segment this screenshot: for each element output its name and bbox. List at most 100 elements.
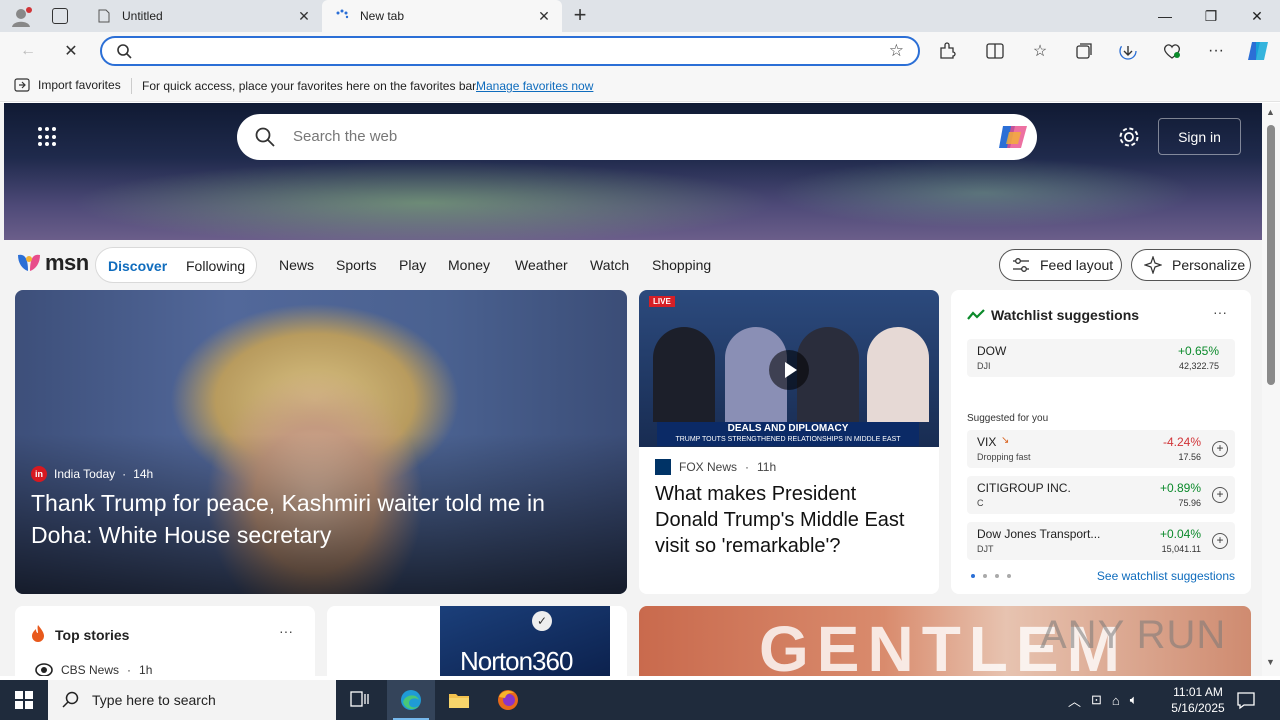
settings-more-icon[interactable]: ··· <box>1201 36 1231 66</box>
more-options-icon[interactable]: ··· <box>279 623 293 639</box>
tab-new-tab[interactable]: New tab ✕ <box>322 0 562 32</box>
web-search-box[interactable]: Search the web <box>237 114 1037 160</box>
favorites-icon[interactable]: ☆ <box>1025 36 1055 66</box>
stock-price: 17.56 <box>1178 452 1201 462</box>
stock-price: 15,041.11 <box>1161 544 1201 554</box>
sign-in-button[interactable]: Sign in <box>1158 118 1241 155</box>
story-source: in India Today · 14h <box>31 466 153 482</box>
nav-shopping[interactable]: Shopping <box>652 257 711 273</box>
settings-gear-icon[interactable] <box>1117 125 1141 149</box>
manage-favorites-link[interactable]: Manage favorites now <box>476 79 593 93</box>
nav-news[interactable]: News <box>279 257 314 273</box>
restore-button[interactable]: ❐ <box>1188 0 1234 32</box>
copilot-icon[interactable] <box>997 122 1029 152</box>
norton-ad-card[interactable]: ✓ Norton360 <box>327 606 627 676</box>
taskbar-search[interactable]: Type here to search <box>48 680 336 720</box>
address-bar[interactable]: ☆ <box>100 36 920 66</box>
carousel-dots[interactable] <box>971 574 1011 578</box>
see-watchlist-link[interactable]: See watchlist suggestions <box>1097 569 1235 583</box>
stock-name: Dow Jones Transport... <box>977 527 1101 541</box>
network-icon[interactable]: ⊡ <box>1091 692 1102 708</box>
close-window-button[interactable]: ✕ <box>1234 0 1280 32</box>
chevron-up-icon[interactable]: ︿ <box>1068 691 1081 710</box>
personalize-button[interactable]: Personalize <box>1131 249 1251 281</box>
nav-money[interactable]: Money <box>448 257 490 273</box>
tab-untitled[interactable]: Untitled ✕ <box>84 0 322 32</box>
divider <box>131 78 132 94</box>
wifi-icon[interactable]: ⌂ <box>1112 693 1120 708</box>
stock-change: +0.65% <box>1177 344 1219 358</box>
favorite-star-icon[interactable]: ☆ <box>889 41 904 61</box>
stop-loading-button[interactable]: ✕ <box>56 36 86 66</box>
anchor-figure <box>653 327 715 422</box>
fire-icon <box>32 625 44 642</box>
page-scrollbar[interactable]: ▲ ▼ <box>1262 103 1280 676</box>
more-options-icon[interactable]: ··· <box>1213 304 1227 320</box>
tab-title: Untitled <box>122 9 163 23</box>
story-source: FOX News · 11h <box>655 459 776 475</box>
volume-icon[interactable]: 🔈︎ <box>1130 692 1138 708</box>
new-tab-button[interactable]: + <box>568 4 592 28</box>
apps-launcher-icon[interactable] <box>38 127 58 147</box>
downloads-icon[interactable] <box>1113 36 1143 66</box>
close-tab-icon[interactable]: ✕ <box>296 8 312 24</box>
main-story-card[interactable]: in India Today · 14h Thank Trump for pea… <box>15 290 627 594</box>
video-story-card[interactable]: LIVE DEALS AND DIPLOMACY TRUMP TOUTS STR… <box>639 290 939 594</box>
split-screen-icon[interactable] <box>980 36 1010 66</box>
tab-following[interactable]: Following <box>186 258 245 274</box>
edge-taskbar-icon[interactable] <box>387 680 435 720</box>
story-headline[interactable]: Thank Trump for peace, Kashmiri waiter t… <box>31 487 611 551</box>
add-to-watchlist-button[interactable]: + <box>1212 441 1228 457</box>
norton-label: Norton360 <box>460 646 573 676</box>
import-favorites-button[interactable]: Import favorites <box>14 78 121 92</box>
stock-change: +0.04% <box>1159 527 1201 541</box>
clock[interactable]: 11:01 AM 5/16/2025 <box>1160 684 1236 716</box>
story-age: 14h <box>133 467 154 481</box>
india-today-logo: in <box>31 466 47 482</box>
scroll-thumb[interactable] <box>1267 125 1275 385</box>
nav-weather[interactable]: Weather <box>515 257 568 273</box>
stock-row-vix[interactable]: VIX ↘ Dropping fast -4.24% 17.56 + <box>967 430 1235 468</box>
browser-essentials-icon[interactable] <box>1157 36 1187 66</box>
minimize-button[interactable]: — <box>1142 0 1188 32</box>
watermark: ANY RUN <box>1040 613 1227 657</box>
close-tab-icon[interactable]: ✕ <box>536 8 552 24</box>
web-search-placeholder: Search the web <box>293 128 398 145</box>
profile-icon[interactable] <box>10 6 32 28</box>
extensions-icon[interactable] <box>932 36 962 66</box>
add-to-watchlist-button[interactable]: + <box>1212 487 1228 503</box>
windows-logo-icon <box>15 691 33 709</box>
notification-icon[interactable] <box>1236 690 1256 710</box>
story-headline[interactable]: What makes President Donald Trump's Midd… <box>655 481 925 559</box>
anchor-figure <box>867 327 929 422</box>
nav-watch[interactable]: Watch <box>590 257 629 273</box>
taskbar: Type here to search ︿ ⊡ ⌂ 🔈︎ 11:01 AM 5/… <box>0 680 1280 720</box>
firefox-icon[interactable] <box>484 680 532 720</box>
nav-sports[interactable]: Sports <box>336 257 376 273</box>
msn-logo[interactable]: msn <box>16 250 89 276</box>
nav-play[interactable]: Play <box>399 257 426 273</box>
scroll-up-icon[interactable]: ▲ <box>1266 107 1275 117</box>
new-tab-page: Search the web Sign in msn Discover Foll… <box>0 103 1262 676</box>
tab-actions-icon[interactable] <box>52 8 68 24</box>
collections-icon[interactable] <box>1069 36 1099 66</box>
separator-dot: · <box>122 467 127 481</box>
add-to-watchlist-button[interactable]: + <box>1212 533 1228 549</box>
source-name: CBS News <box>61 663 120 676</box>
file-explorer-icon[interactable] <box>435 680 483 720</box>
task-view-icon[interactable] <box>336 680 384 720</box>
feed-layout-button[interactable]: Feed layout <box>999 249 1122 281</box>
stock-row-citigroup[interactable]: CITIGROUP INC. C +0.89% 75.96 + <box>967 476 1235 514</box>
back-button[interactable]: ← <box>13 36 43 66</box>
watchlist-title: Watchlist suggestions <box>991 307 1140 323</box>
start-button[interactable] <box>0 680 48 720</box>
address-input[interactable] <box>142 42 882 62</box>
stock-row-djt[interactable]: Dow Jones Transport... DJT +0.04% 15,041… <box>967 522 1235 560</box>
tab-discover[interactable]: Discover <box>108 258 167 274</box>
stock-row-dow[interactable]: DOW DJI +0.65% 42,322.75 <box>967 339 1235 377</box>
copilot-icon[interactable] <box>1243 36 1273 66</box>
stock-change: -4.24% <box>1162 435 1201 449</box>
feed-tabs: Discover Following <box>95 247 257 283</box>
play-icon[interactable] <box>769 350 809 390</box>
scroll-down-icon[interactable]: ▼ <box>1266 657 1275 667</box>
